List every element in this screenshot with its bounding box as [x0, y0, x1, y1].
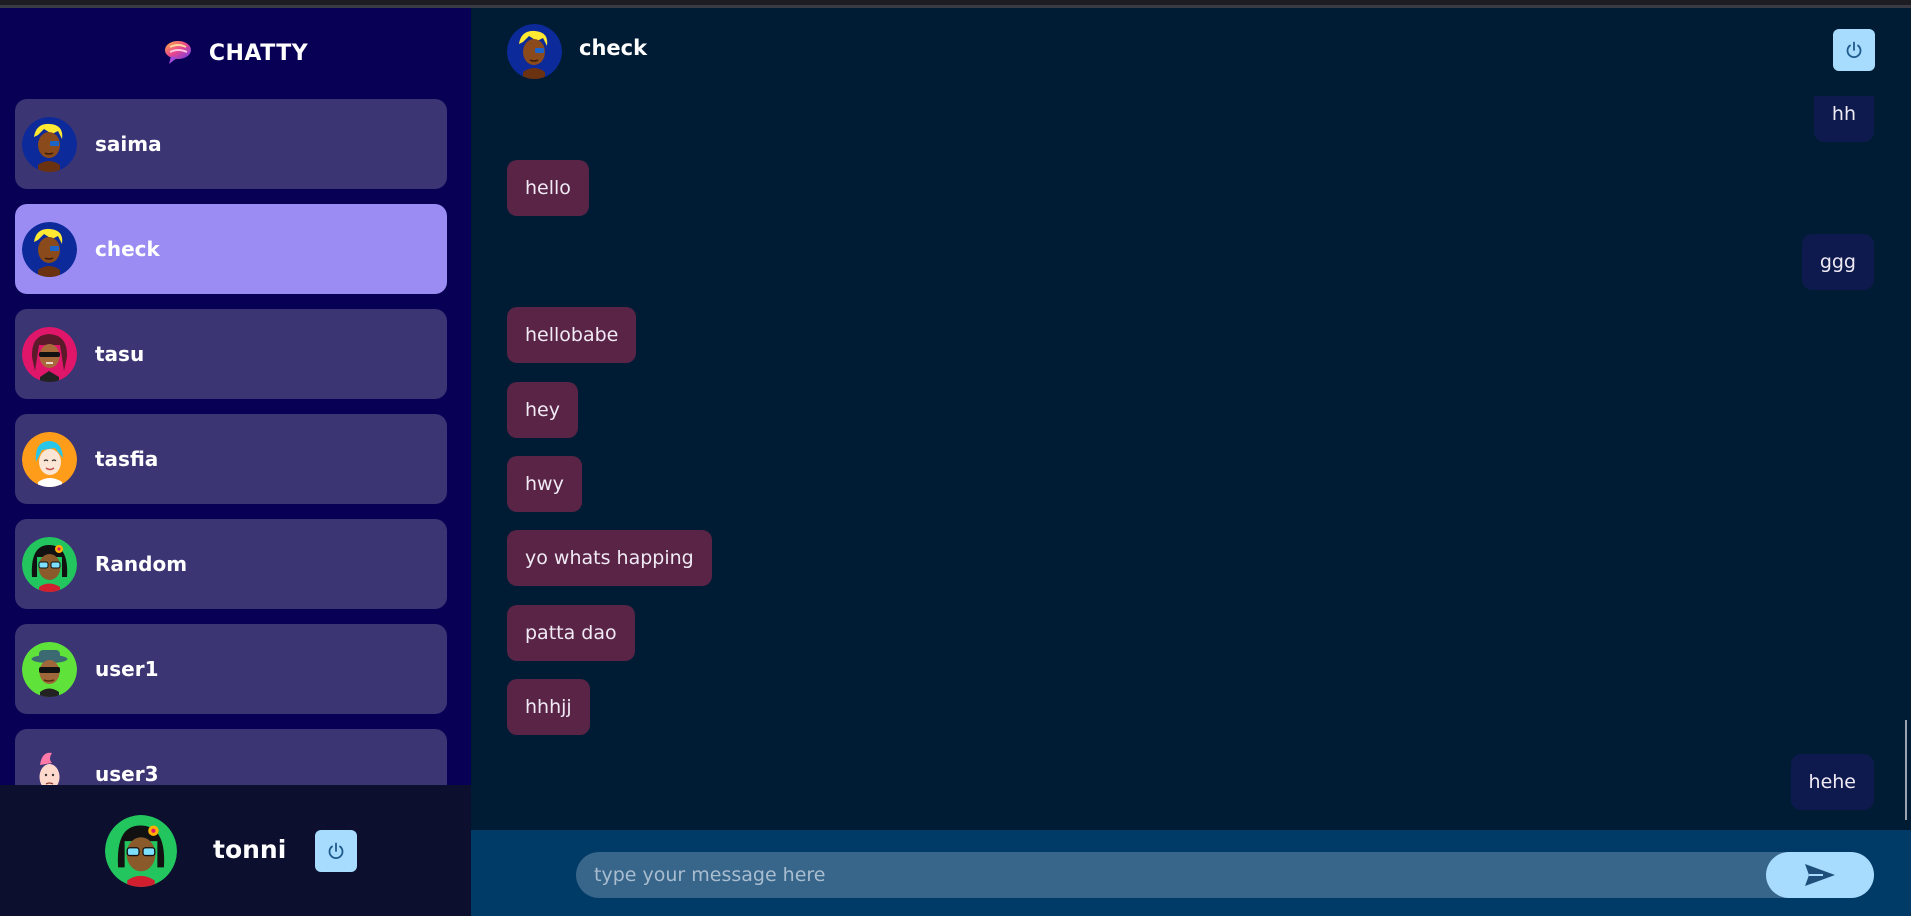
contact-name: check — [95, 237, 160, 261]
contact-name: user1 — [95, 657, 159, 681]
avatar — [22, 641, 77, 697]
message-composer — [471, 830, 1911, 916]
contact-name: user3 — [95, 762, 159, 785]
contact-item-tasfia[interactable]: tasfia — [15, 414, 447, 504]
send-icon — [1805, 864, 1835, 886]
send-button[interactable] — [1766, 852, 1874, 898]
avatar — [22, 536, 77, 592]
power-icon — [1846, 41, 1862, 59]
contact-name: saima — [95, 132, 162, 156]
avatar — [22, 746, 77, 785]
chat-logout-button[interactable] — [1833, 29, 1875, 71]
contact-name: Random — [95, 552, 188, 576]
contact-item-tasu[interactable]: tasu — [15, 309, 447, 399]
current-user-name: tonni — [213, 835, 287, 864]
user-avatar — [105, 815, 177, 887]
message-incoming: hellobabe — [507, 307, 637, 363]
chat-panel: check hh hello ggg hellobabe hey hwy yo … — [471, 8, 1911, 916]
message-scrollbar[interactable] — [1905, 720, 1907, 820]
power-icon — [328, 842, 344, 860]
message-outgoing: ggg — [1801, 234, 1874, 290]
message-incoming: hello — [507, 160, 589, 216]
message-incoming: hey — [507, 382, 578, 438]
message-incoming: hhhjj — [507, 679, 590, 735]
contact-item-random[interactable]: Random — [15, 519, 447, 609]
sidebar: CHATTY saima check tasu tasfia Random us… — [0, 8, 471, 916]
message-list[interactable]: hh hello ggg hellobabe hey hwy yo whats … — [471, 96, 1911, 839]
message-incoming: patta dao — [507, 605, 635, 661]
message-input-wrapper — [576, 852, 1844, 898]
app-name: CHATTY — [208, 40, 309, 66]
logout-button[interactable] — [315, 830, 357, 872]
contact-item-check[interactable]: check — [15, 204, 447, 294]
message-incoming: yo whats happing — [507, 530, 712, 586]
avatar — [22, 116, 77, 172]
chat-contact-avatar — [507, 24, 562, 79]
avatar — [22, 431, 77, 487]
contact-item-user1[interactable]: user1 — [15, 624, 447, 714]
avatar — [22, 326, 77, 382]
contact-name: tasu — [95, 342, 145, 366]
message-outgoing: hh — [1813, 96, 1874, 142]
contact-list[interactable]: saima check tasu tasfia Random user1 use… — [15, 99, 447, 785]
chat-title: check — [579, 36, 648, 60]
message-incoming: hwy — [507, 456, 582, 512]
brand: CHATTY — [0, 8, 471, 98]
browser-top-strip — [0, 0, 1911, 8]
contact-name: tasfia — [95, 447, 159, 471]
chat-header: check — [471, 8, 1911, 96]
avatar — [22, 221, 77, 277]
contact-item-user3[interactable]: user3 — [15, 729, 447, 785]
chat-bubble-logo-icon — [164, 41, 191, 64]
message-input[interactable] — [576, 852, 1844, 898]
contact-item-saima[interactable]: saima — [15, 99, 447, 189]
message-outgoing: hehe — [1790, 754, 1874, 810]
current-user-profile: tonni — [0, 785, 471, 916]
